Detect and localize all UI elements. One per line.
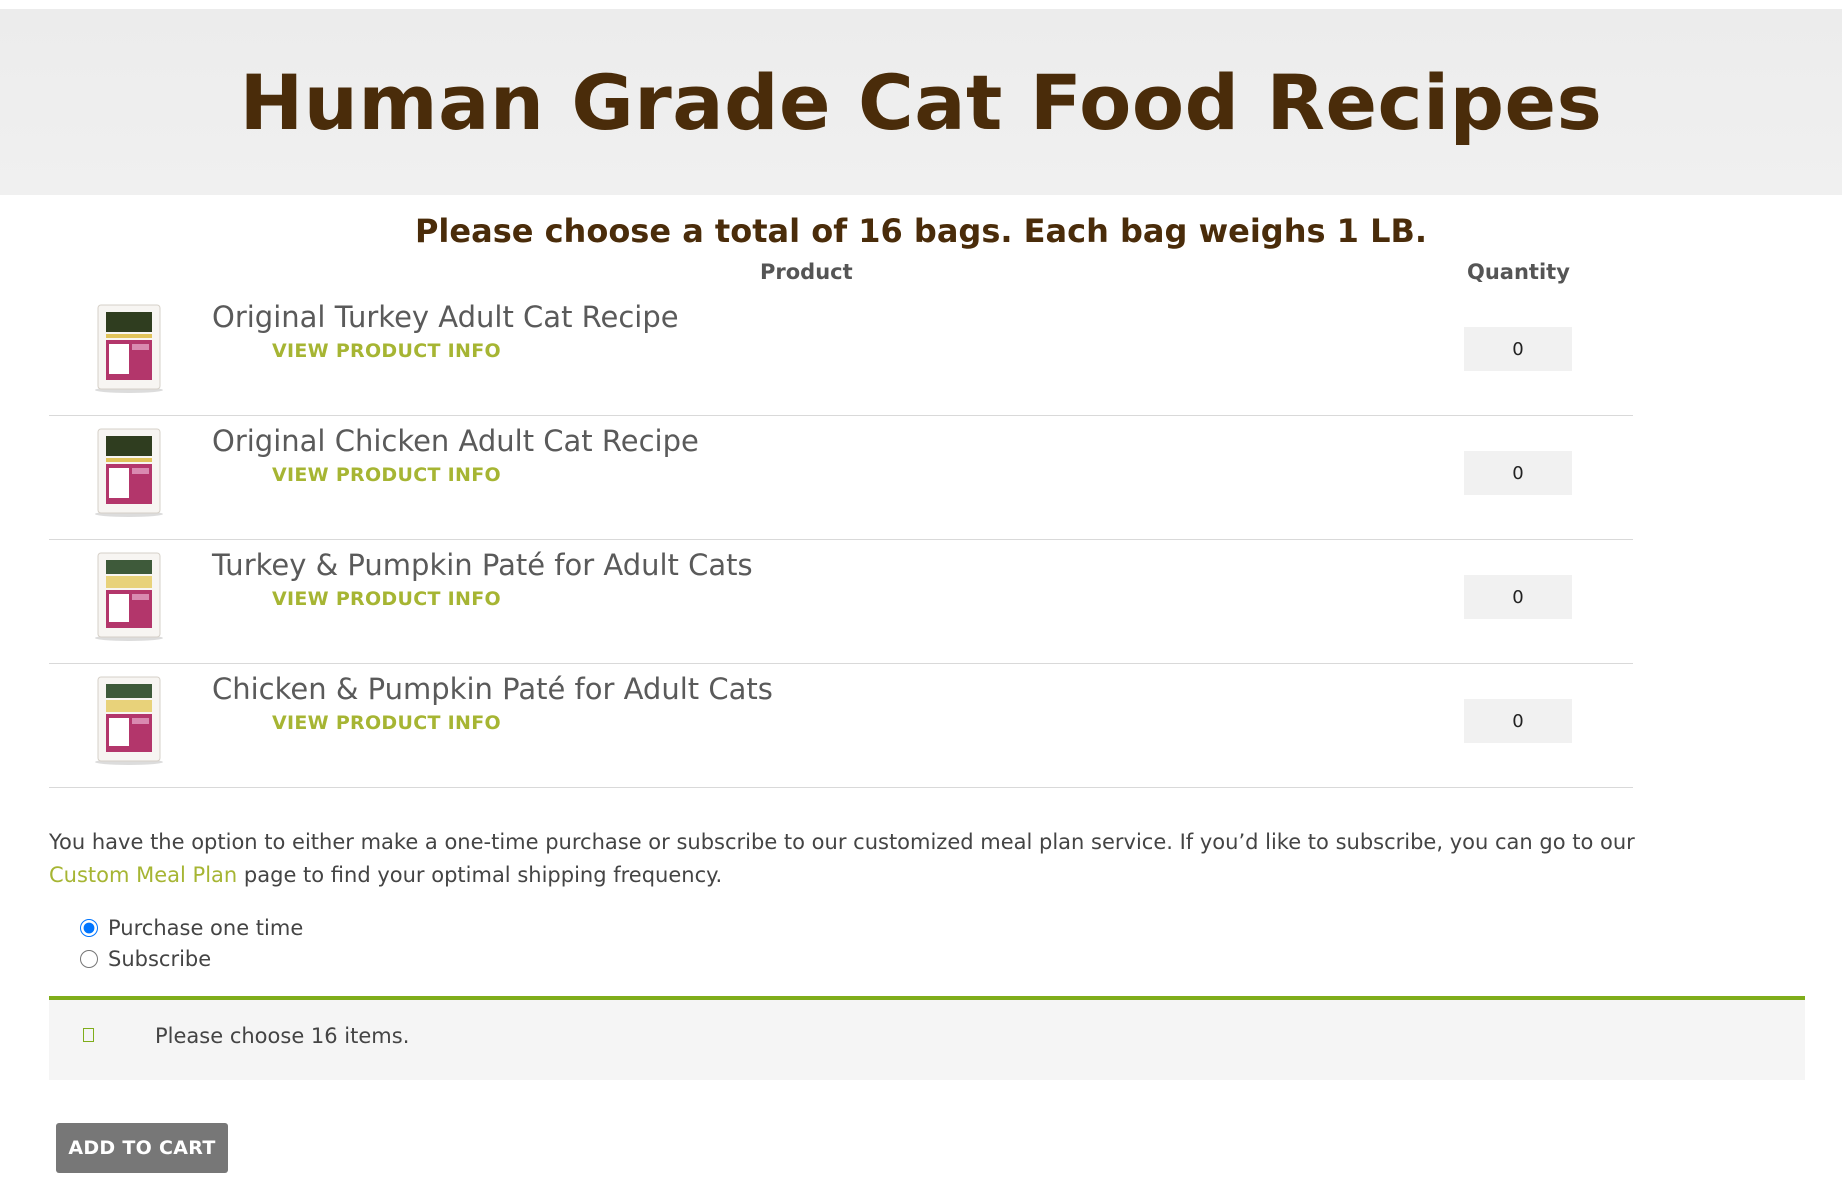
product-bag-image bbox=[95, 552, 163, 641]
product-name: Chicken & Pumpkin Paté for Adult Cats bbox=[212, 672, 773, 706]
page-header: Human Grade Cat Food Recipes bbox=[0, 9, 1842, 195]
view-product-info-link[interactable]: VIEW PRODUCT INFO bbox=[272, 464, 501, 486]
product-name: Original Turkey Adult Cat Recipe bbox=[212, 300, 679, 334]
purchase-one-time-radio[interactable] bbox=[80, 918, 98, 937]
notice-text: Please choose 16 items. bbox=[155, 1024, 410, 1048]
product-bag-image bbox=[95, 676, 163, 765]
table-header: Product Quantity bbox=[49, 256, 1633, 292]
view-product-info-link[interactable]: VIEW PRODUCT INFO bbox=[272, 712, 501, 734]
note-text: You have the option to either make a one… bbox=[49, 830, 1635, 854]
product-bag-image bbox=[95, 428, 163, 517]
product-bag-image bbox=[95, 304, 163, 393]
bag-instructions: Please choose a total of 16 bags. Each b… bbox=[414, 212, 1428, 250]
top-strip bbox=[0, 0, 1842, 9]
purchase-option-note: You have the option to either make a one… bbox=[49, 826, 1749, 892]
product-name: Turkey & Pumpkin Paté for Adult Cats bbox=[212, 548, 753, 582]
add-to-cart-button[interactable]: ADD TO CART bbox=[56, 1123, 228, 1173]
quantity-column-header: Quantity bbox=[1467, 260, 1570, 284]
info-icon bbox=[83, 1028, 94, 1042]
subscribe-label: Subscribe bbox=[108, 946, 212, 971]
table-row: Chicken & Pumpkin Paté for Adult Cats VI… bbox=[49, 664, 1633, 788]
custom-meal-plan-link[interactable]: Custom Meal Plan bbox=[49, 863, 237, 887]
selection-notice: Please choose 16 items. bbox=[49, 996, 1805, 1080]
quantity-input[interactable] bbox=[1464, 575, 1572, 619]
view-product-info-link[interactable]: VIEW PRODUCT INFO bbox=[272, 588, 501, 610]
subscribe-radio[interactable] bbox=[80, 949, 98, 968]
quantity-input[interactable] bbox=[1464, 451, 1572, 495]
page-title: Human Grade Cat Food Recipes bbox=[239, 57, 1603, 147]
quantity-input[interactable] bbox=[1464, 699, 1572, 743]
table-row: Original Chicken Adult Cat Recipe VIEW P… bbox=[49, 416, 1633, 540]
table-row: Turkey & Pumpkin Paté for Adult Cats VIE… bbox=[49, 540, 1633, 664]
purchase-type-options: Purchase one time Subscribe bbox=[80, 912, 1842, 974]
table-row: Original Turkey Adult Cat Recipe VIEW PR… bbox=[49, 292, 1633, 416]
product-column-header: Product bbox=[760, 260, 853, 284]
subscribe-option[interactable]: Subscribe bbox=[80, 943, 1842, 974]
note-text-end: page to find your optimal shipping frequ… bbox=[243, 863, 723, 887]
view-product-info-link[interactable]: VIEW PRODUCT INFO bbox=[272, 340, 501, 362]
product-table: Product Quantity Original Turkey Adult C… bbox=[49, 256, 1633, 788]
quantity-input[interactable] bbox=[1464, 327, 1572, 371]
bag-band bbox=[106, 312, 152, 332]
purchase-one-time-label: Purchase one time bbox=[108, 915, 304, 940]
product-name: Original Chicken Adult Cat Recipe bbox=[212, 424, 699, 458]
purchase-one-time-option[interactable]: Purchase one time bbox=[80, 912, 1842, 943]
